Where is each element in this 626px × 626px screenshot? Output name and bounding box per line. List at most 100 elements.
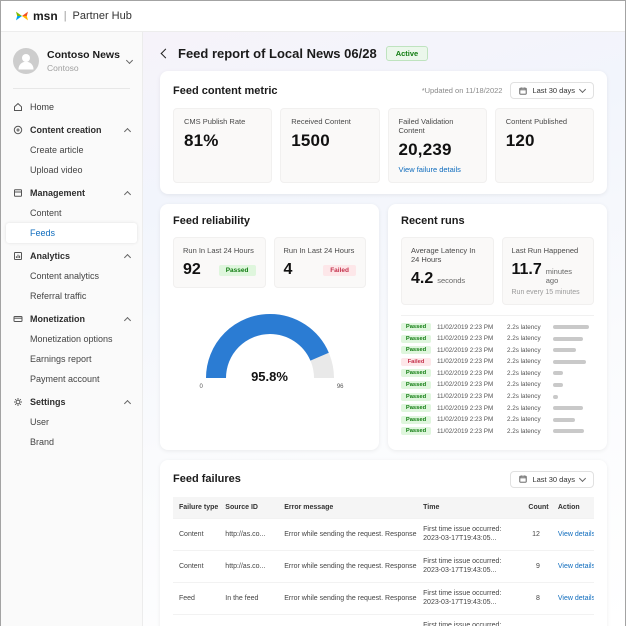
view-details-link[interactable]: View details <box>558 563 594 570</box>
plus-circle-icon <box>13 125 23 135</box>
tile-label: Run In Last 24 Hours <box>284 246 357 255</box>
sidebar-item-label: Content <box>30 208 130 218</box>
run-time: 11/02/2019 2:23 PM <box>437 428 501 435</box>
run-bar <box>553 429 584 433</box>
reliability-gauge: 95.8% 0 96 <box>194 304 346 390</box>
sidebar-item-label: Content analytics <box>30 271 130 281</box>
failures-date-range-dropdown[interactable]: Last 30 days <box>510 471 594 488</box>
run-latency: 2.2s latency <box>507 370 547 377</box>
sidebar-item-payment-account[interactable]: Payment account <box>1 369 142 389</box>
card-title: Feed reliability <box>173 215 250 227</box>
chevron-up-icon <box>124 253 131 260</box>
chevron-up-icon <box>124 316 131 323</box>
run-latency: 2.2s latency <box>507 416 547 423</box>
card-title: Feed failures <box>173 473 241 485</box>
runs-failed-tile: Run In Last 24 Hours 4 Failed <box>274 237 367 288</box>
calendar-icon <box>519 475 527 483</box>
sidebar-item-label: Referral traffic <box>30 291 130 301</box>
run-status-badge: Passed <box>401 369 431 377</box>
run-bar <box>553 325 589 329</box>
sidebar-item-label: Feeds <box>30 228 125 238</box>
gauge-max-label: 96 <box>337 384 344 390</box>
run-status-badge: Passed <box>401 335 431 343</box>
view-failure-details-link[interactable]: View failure details <box>399 165 476 174</box>
chevron-up-icon <box>124 399 131 406</box>
tile-value: 11.7 <box>512 261 542 279</box>
account-switcher[interactable]: Contoso News Contoso <box>1 40 142 84</box>
table-row: Content http://as.co... Error while send… <box>173 550 594 582</box>
sidebar-item-earnings-report[interactable]: Earnings report <box>1 349 142 369</box>
date-range-label: Last 30 days <box>532 475 575 484</box>
last-run-tile: Last Run Happened 11.7 minutes ago Run e… <box>502 237 595 305</box>
sidebar-item-brand[interactable]: Brand <box>1 432 142 452</box>
account-subtitle: Contoso <box>47 63 119 73</box>
card-icon <box>13 314 23 324</box>
sidebar-item-upload-video[interactable]: Upload video <box>1 160 142 180</box>
archive-icon <box>13 188 23 198</box>
sidebar-item-content-analytics[interactable]: Content analytics <box>1 266 142 286</box>
metric-value: 81% <box>184 131 261 151</box>
date-range-dropdown[interactable]: Last 30 days <box>510 82 594 99</box>
card-title: Recent runs <box>401 215 465 227</box>
runs-passed-tile: Run In Last 24 Hours 92 Passed <box>173 237 266 288</box>
metric-received-content: Received Content 1500 <box>280 108 379 183</box>
sidebar-item-referral-traffic[interactable]: Referral traffic <box>1 286 142 306</box>
sidebar-item-feeds[interactable]: Feeds <box>6 223 137 243</box>
sidebar-section-settings[interactable]: Settings <box>1 392 142 412</box>
msn-logo[interactable]: msn | Partner Hub <box>15 9 132 23</box>
run-time: 11/02/2019 2:23 PM <box>437 416 501 423</box>
run-status-badge: Passed <box>401 381 431 389</box>
account-name: Contoso News <box>47 49 119 61</box>
sidebar-item-create-article[interactable]: Create article <box>1 140 142 160</box>
recent-runs-card: Recent runs Average Latency In 24 Hours … <box>388 204 607 450</box>
sidebar-section-monetization[interactable]: Monetization <box>1 309 142 329</box>
view-details-link[interactable]: View details <box>558 531 594 538</box>
sidebar-item-monetization-options[interactable]: Monetization options <box>1 329 142 349</box>
metric-content-published: Content Published 120 <box>495 108 594 183</box>
sidebar-nav: Home Content creation Create article Upl… <box>1 97 142 452</box>
metric-label: Received Content <box>291 117 368 126</box>
sidebar-item-content[interactable]: Content <box>1 203 142 223</box>
error-message: Error while sending the request. Respons… <box>278 518 417 550</box>
table-row: Content http://as.co... Error while send… <box>173 518 594 550</box>
run-status-badge: Passed <box>401 427 431 435</box>
col-failure-type: Failure type <box>173 497 219 519</box>
run-latency: 2.2s latency <box>507 358 547 365</box>
failure-type: Content <box>173 518 219 550</box>
run-bar <box>553 371 563 375</box>
table-row: Feed In the feed Error while sending the… <box>173 582 594 614</box>
failure-type: Feed <box>173 614 219 626</box>
page-header: Feed report of Local News 06/28 Active <box>162 46 607 61</box>
col-error-message: Error message <box>278 497 417 519</box>
run-time: 11/02/2019 2:23 PM <box>437 324 501 331</box>
view-details-link[interactable]: View details <box>558 595 594 602</box>
calendar-icon <box>519 87 527 95</box>
time: First time issue occurred:2023-03-17T19:… <box>417 518 522 550</box>
sidebar-section-analytics[interactable]: Analytics <box>1 246 142 266</box>
sidebar-item-label: Home <box>30 102 130 112</box>
sidebar-item-home[interactable]: Home <box>1 97 142 117</box>
chevron-up-icon <box>124 127 131 134</box>
tile-value: 4 <box>284 261 293 279</box>
chart-icon <box>13 251 23 261</box>
failed-badge: Failed <box>323 265 356 276</box>
sidebar-section-management[interactable]: Management <box>1 183 142 203</box>
run-latency: 2.2s latency <box>507 428 547 435</box>
sidebar-item-label: Earnings report <box>30 354 130 364</box>
sidebar-section-content-creation[interactable]: Content creation <box>1 120 142 140</box>
error-message: Error while sending the request. Respons… <box>278 582 417 614</box>
run-bar <box>553 395 558 399</box>
sidebar-item-label: User <box>30 417 130 427</box>
msn-butterfly-icon <box>15 10 29 22</box>
error-message: Error while sending the request. Respons… <box>278 550 417 582</box>
run-latency: 2.2s latency <box>507 347 547 354</box>
average-latency-tile: Average Latency In 24 Hours 4.2 seconds <box>401 237 494 305</box>
tile-label: Run In Last 24 Hours <box>183 246 256 255</box>
chevron-up-icon <box>124 190 131 197</box>
run-row: Passed 11/02/2019 2:23 PM 2.2s latency <box>401 369 594 377</box>
card-title: Feed content metric <box>173 85 278 97</box>
run-bar <box>553 406 583 410</box>
feed-failures-card: Feed failures Last 30 days Failure type … <box>160 460 607 626</box>
sidebar-item-user[interactable]: User <box>1 412 142 432</box>
back-button[interactable] <box>161 49 171 59</box>
